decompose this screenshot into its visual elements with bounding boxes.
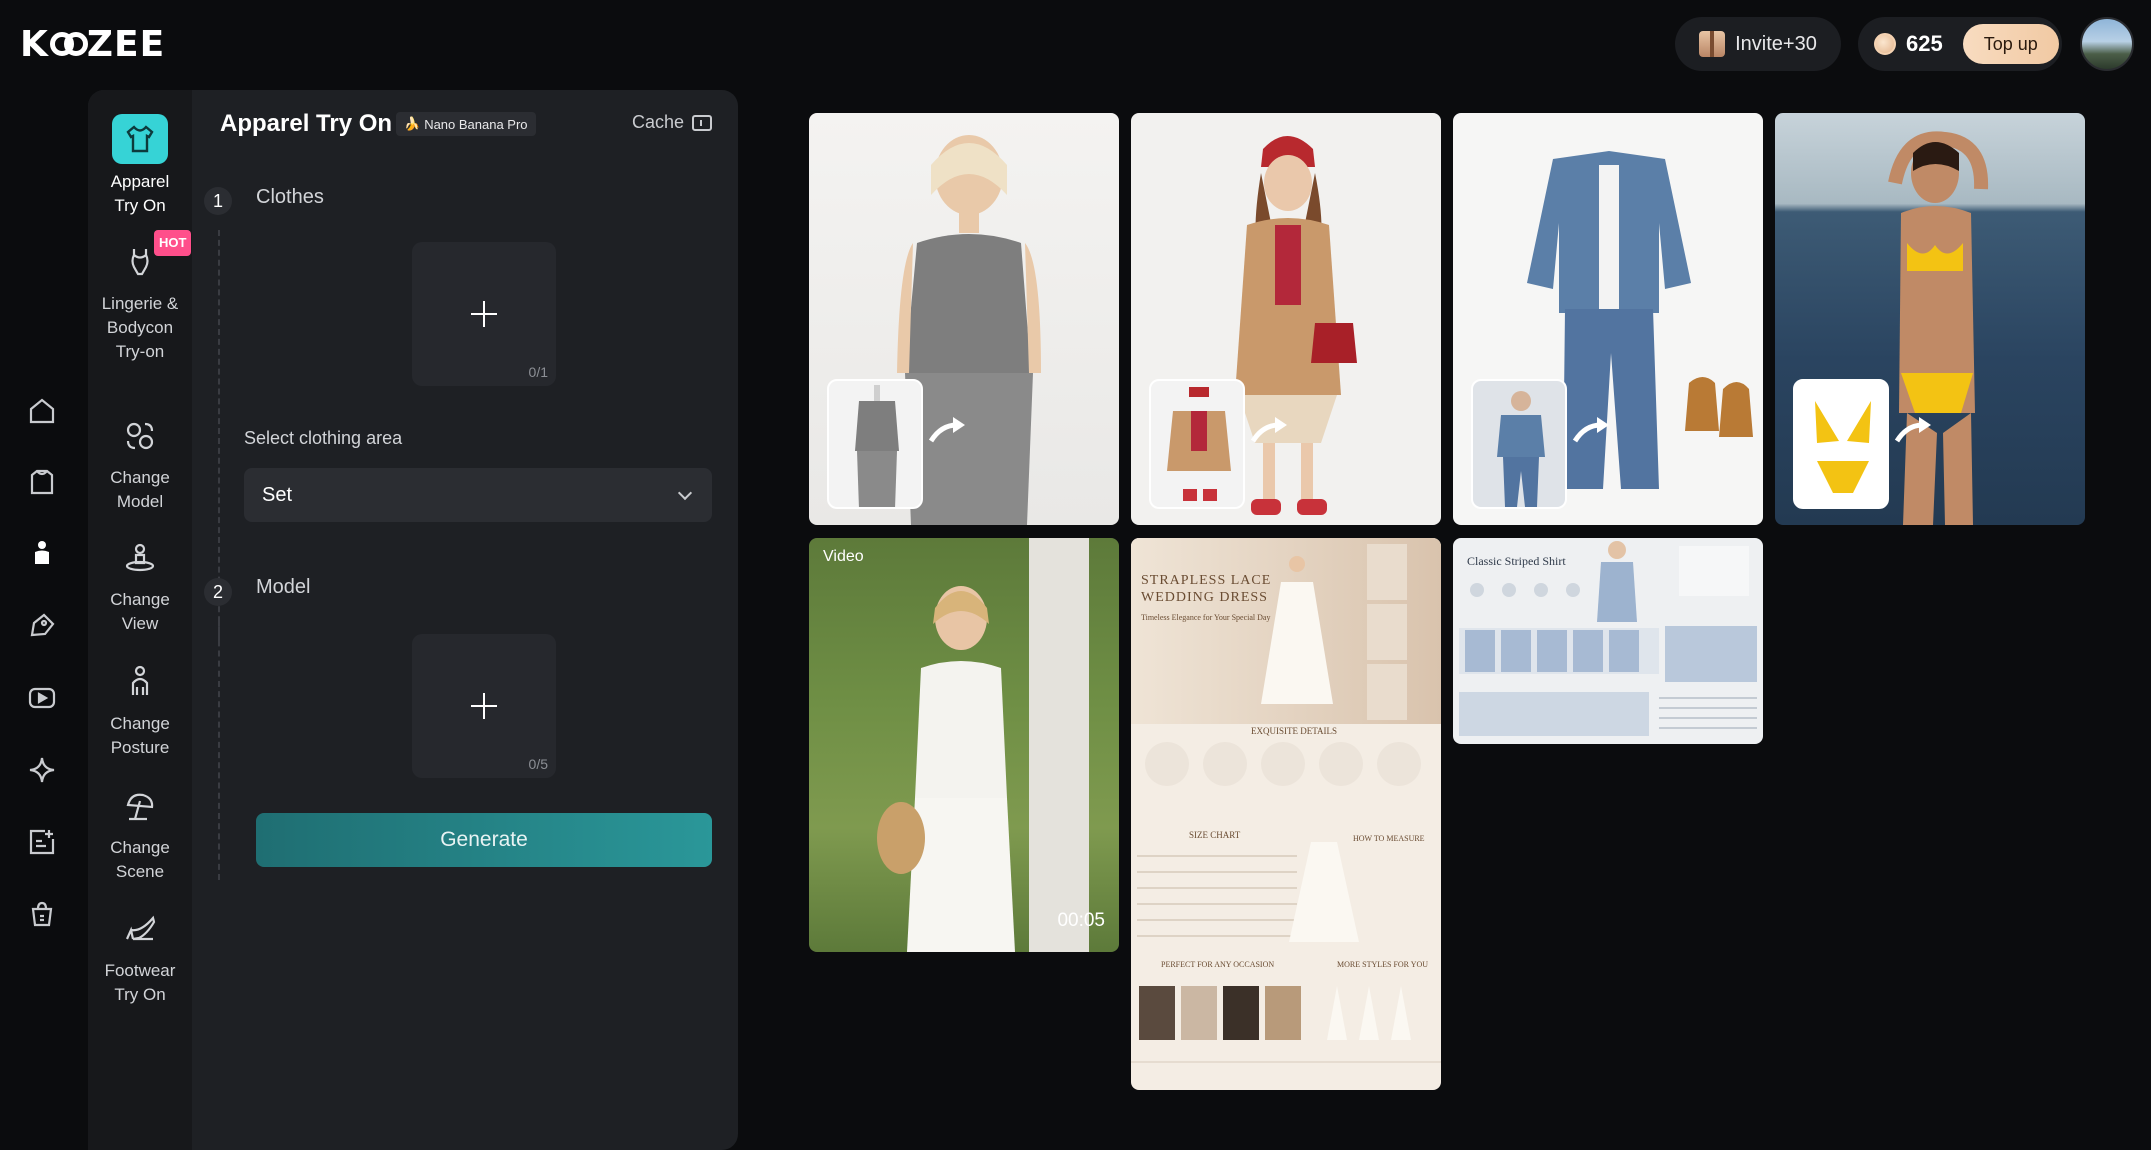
- tool-panel: Apparel Try On HOT Lingerie & Bodycon Tr…: [88, 90, 738, 1150]
- model-thumbnail: [1471, 379, 1567, 509]
- listing-section-size: SIZE CHART: [1189, 830, 1241, 840]
- invite-button[interactable]: Invite+30: [1675, 17, 1841, 71]
- model-badge-label: Nano Banana Pro: [424, 116, 528, 132]
- tool-label: Change Model: [110, 468, 170, 511]
- arrow-icon: [1893, 415, 1933, 445]
- invite-label: Invite+30: [1735, 32, 1817, 55]
- tag-icon[interactable]: [27, 611, 57, 641]
- example-card[interactable]: [1453, 113, 1763, 525]
- tool-label: Apparel Try On: [110, 172, 170, 215]
- model-upload[interactable]: 0/5: [412, 634, 556, 778]
- video-frame: [877, 538, 1089, 952]
- koozee-logo[interactable]: K ZEE: [20, 24, 165, 65]
- example-card[interactable]: [809, 113, 1119, 525]
- tool-change-model[interactable]: Change Model: [88, 412, 192, 514]
- example-video-card[interactable]: Video 00:05: [809, 538, 1119, 952]
- select-value: Set: [262, 483, 293, 506]
- step-2-label: Model: [256, 576, 311, 598]
- umbrella-icon: [113, 782, 167, 830]
- example-card[interactable]: [1131, 113, 1441, 525]
- page-title: Apparel Try On: [220, 110, 393, 137]
- listing-graphics: [1131, 544, 1441, 1063]
- tool-label: Change View: [110, 590, 170, 633]
- model-badge[interactable]: 🍌 Nano Banana Pro: [396, 112, 536, 136]
- step-2-number: 2: [204, 578, 232, 606]
- top-bar: K ZEE Invite+30 625 Top up: [0, 0, 2151, 88]
- posture-icon: [113, 658, 167, 706]
- arrow-icon: [1249, 415, 1289, 445]
- example-card[interactable]: [1775, 113, 2085, 525]
- tool-change-view[interactable]: Change View: [88, 534, 192, 636]
- logo-oo-mark: [49, 28, 88, 60]
- garment-thumbnail: [1793, 379, 1889, 509]
- tool-label: Change Posture: [110, 714, 170, 757]
- cache-label: Cache: [632, 112, 685, 132]
- tool-lingerie-bodycon[interactable]: HOT Lingerie & Bodycon Try-on: [88, 230, 192, 364]
- store-icon[interactable]: [27, 467, 57, 497]
- plus-icon: [471, 301, 497, 327]
- shopping-bag-icon[interactable]: [27, 899, 57, 929]
- listing-section-occasion: PERFECT FOR ANY OCCASION: [1161, 960, 1275, 969]
- garment-thumbnail: [827, 379, 923, 509]
- add-image-icon[interactable]: [27, 827, 57, 857]
- listing-section-measure: HOW TO MEASURE: [1353, 834, 1425, 843]
- user-avatar[interactable]: [2080, 17, 2134, 71]
- credits-count: 625: [1906, 31, 1943, 56]
- clothing-area-label: Select clothing area: [244, 428, 403, 448]
- person-icon[interactable]: [27, 538, 57, 568]
- clothes-upload[interactable]: 0/1: [412, 242, 556, 386]
- step-connector: [218, 620, 220, 880]
- step-1-label: Clothes: [256, 186, 324, 208]
- arrow-icon: [1571, 415, 1611, 445]
- home-icon[interactable]: [27, 396, 57, 426]
- tool-footwear-try-on[interactable]: Footwear Try On: [88, 905, 192, 1007]
- video-duration: 00:05: [1057, 910, 1105, 931]
- tool-label: Change Scene: [110, 838, 170, 881]
- cache-button[interactable]: Cache: [632, 112, 713, 133]
- plus-icon: [471, 693, 497, 719]
- upload-count: 0/1: [528, 364, 548, 380]
- upload-count: 0/5: [528, 756, 548, 772]
- clothing-area-select[interactable]: Set: [244, 468, 712, 522]
- tool-list: Apparel Try On HOT Lingerie & Bodycon Tr…: [88, 90, 192, 1150]
- hot-badge: HOT: [154, 230, 192, 256]
- listing-section-more: MORE STYLES FOR YOU: [1337, 960, 1429, 969]
- heel-shoe-icon: [113, 905, 167, 953]
- example-card-product-listing[interactable]: Classic Striped Shirt: [1453, 538, 1763, 744]
- step-1-number: 1: [204, 187, 232, 215]
- listing-graphics: [1459, 541, 1757, 736]
- listing-section-details: EXQUISITE DETAILS: [1251, 726, 1338, 736]
- tool-change-posture[interactable]: Change Posture: [88, 658, 192, 760]
- swap-face-icon: [113, 412, 167, 460]
- tool-apparel-try-on[interactable]: Apparel Try On: [88, 114, 192, 218]
- coin-icon: [1874, 33, 1896, 55]
- arrow-icon: [927, 415, 967, 445]
- chevron-down-icon: [677, 485, 693, 501]
- credits-pill: 625 Top up: [1858, 17, 2062, 71]
- sparkle-icon[interactable]: [27, 755, 57, 785]
- generate-button[interactable]: Generate: [256, 813, 712, 867]
- tool-label: Footwear Try On: [104, 961, 176, 1004]
- tool-change-scene[interactable]: Change Scene: [88, 782, 192, 884]
- tool-label: Lingerie & Bodycon Try-on: [101, 294, 179, 361]
- gift-icon: [1699, 31, 1726, 57]
- rotate-person-icon: [113, 534, 167, 582]
- video-icon[interactable]: [27, 683, 57, 713]
- garment-thumbnail: [1149, 379, 1245, 509]
- example-card-product-listing[interactable]: STRAPLESS LACE WEDDING DRESS Timeless El…: [1131, 538, 1441, 1090]
- panel-collapse-icon: [692, 114, 713, 131]
- top-up-button[interactable]: Top up: [1962, 24, 2059, 64]
- video-tag: Video: [823, 548, 864, 565]
- tshirt-icon: [112, 114, 168, 164]
